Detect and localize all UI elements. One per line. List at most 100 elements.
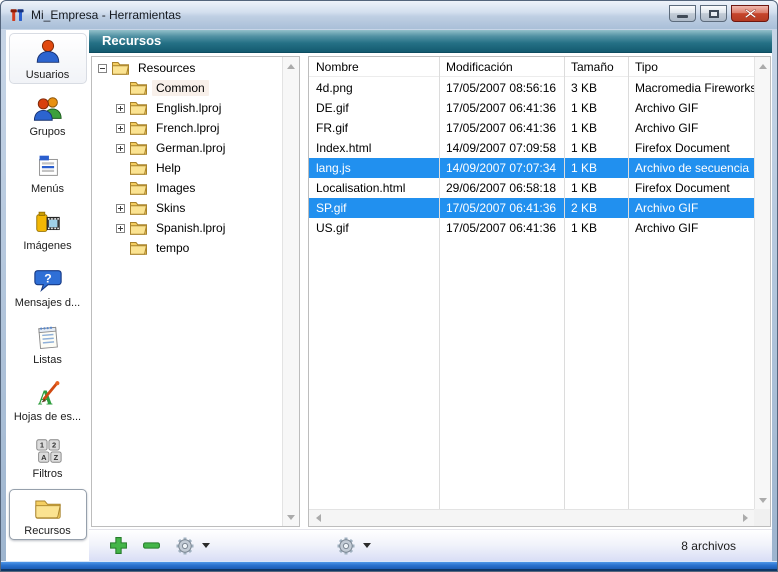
tree-expander-icon[interactable] bbox=[116, 124, 125, 133]
folder-icon bbox=[130, 81, 147, 95]
actions-dropdown-left[interactable] bbox=[175, 536, 210, 556]
gear-icon bbox=[175, 536, 195, 556]
sidebar-item-imagenes[interactable]: Imágenes bbox=[9, 204, 87, 255]
sidebar-item-menus[interactable]: Menús bbox=[9, 147, 87, 198]
sidebar-item-filtros[interactable]: 1 2 A Z Filtros bbox=[9, 432, 87, 483]
maximize-button[interactable] bbox=[700, 5, 727, 22]
column-divider bbox=[564, 57, 565, 509]
cell-modificacion: 17/05/2007 08:56:16 bbox=[439, 78, 564, 98]
sidebar-item-grupos[interactable]: Grupos bbox=[9, 90, 87, 141]
cell-nombre: US.gif bbox=[309, 218, 439, 238]
lists-icon bbox=[33, 322, 63, 352]
sidebar-item-listas[interactable]: Listas bbox=[9, 318, 87, 369]
folder-icon bbox=[112, 61, 129, 75]
list-vertical-scrollbar[interactable] bbox=[754, 57, 770, 509]
maximize-icon bbox=[709, 10, 719, 18]
scroll-left-icon[interactable] bbox=[310, 510, 326, 526]
sidebar: Usuarios Grupos Menús bbox=[6, 30, 89, 561]
cell-nombre: DE.gif bbox=[309, 98, 439, 118]
tree-item[interactable]: German.lproj bbox=[92, 138, 281, 158]
tree-item[interactable]: Skins bbox=[92, 198, 281, 218]
tree-expander-icon[interactable] bbox=[98, 64, 107, 73]
table-row[interactable]: SP.gif 17/05/2007 06:41:36 2 KB Archivo … bbox=[309, 198, 754, 218]
cell-modificacion: 14/09/2007 07:07:34 bbox=[439, 158, 564, 178]
column-header-tipo[interactable]: Tipo bbox=[628, 57, 754, 76]
scroll-up-icon[interactable] bbox=[755, 58, 770, 74]
cell-modificacion: 29/06/2007 06:58:18 bbox=[439, 178, 564, 198]
folder-icon bbox=[130, 121, 147, 135]
cell-tipo: Firefox Document bbox=[628, 138, 754, 158]
sidebar-item-mensajes[interactable]: ? Mensajes d... bbox=[9, 261, 87, 312]
tree-item[interactable]: Resources bbox=[92, 58, 281, 78]
scroll-up-icon[interactable] bbox=[283, 58, 299, 74]
tree-scrollbar[interactable] bbox=[282, 57, 299, 526]
table-row[interactable]: Localisation.html 29/06/2007 06:58:18 1 … bbox=[309, 178, 754, 198]
messages-icon: ? bbox=[33, 265, 63, 295]
minimize-button[interactable] bbox=[669, 5, 696, 22]
folder-icon bbox=[130, 161, 147, 175]
tree-item-label: Images bbox=[152, 180, 199, 196]
images-icon bbox=[33, 208, 63, 238]
main-area: Resources Common English.lproj French.lp… bbox=[89, 53, 772, 529]
cell-tamano: 1 KB bbox=[564, 218, 628, 238]
table-row[interactable]: lang.js 14/09/2007 07:07:34 1 KB Archivo… bbox=[309, 158, 754, 178]
actions-dropdown-right[interactable] bbox=[336, 536, 371, 556]
sidebar-item-usuarios[interactable]: Usuarios bbox=[9, 33, 87, 84]
scroll-down-icon[interactable] bbox=[755, 492, 770, 508]
sidebar-item-hojas[interactable]: A Hojas de es... bbox=[9, 375, 87, 426]
cell-modificacion: 17/05/2007 06:41:36 bbox=[439, 118, 564, 138]
svg-text:Z: Z bbox=[53, 452, 58, 461]
tree-item[interactable]: English.lproj bbox=[92, 98, 281, 118]
close-button[interactable] bbox=[731, 5, 769, 22]
column-header-modificacion[interactable]: Modificación bbox=[439, 57, 564, 76]
table-row[interactable]: FR.gif 17/05/2007 06:41:36 1 KB Archivo … bbox=[309, 118, 754, 138]
close-icon bbox=[745, 9, 756, 18]
tree-expander-icon[interactable] bbox=[116, 104, 125, 113]
folder-icon bbox=[130, 101, 147, 115]
scroll-down-icon[interactable] bbox=[283, 509, 299, 525]
tree-expander-icon[interactable] bbox=[116, 144, 125, 153]
column-header-nombre[interactable]: Nombre bbox=[309, 57, 439, 76]
folder-icon bbox=[130, 241, 147, 255]
sidebar-item-recursos[interactable]: Recursos bbox=[9, 489, 87, 540]
sidebar-item-label: Mensajes d... bbox=[15, 297, 80, 309]
cell-tipo: Firefox Document bbox=[628, 178, 754, 198]
titlebar[interactable]: Mi_Empresa - Herramientas bbox=[1, 1, 777, 29]
column-header-tamano[interactable]: Tamaño bbox=[564, 57, 628, 76]
tree-item[interactable]: Spanish.lproj bbox=[92, 218, 281, 238]
tree-expander-icon[interactable] bbox=[116, 224, 125, 233]
app-tools-icon bbox=[9, 7, 25, 23]
tree-item[interactable]: tempo bbox=[92, 238, 281, 258]
cell-nombre: SP.gif bbox=[309, 198, 439, 218]
tree-item[interactable]: Common bbox=[92, 78, 281, 98]
tree-item-label: German.lproj bbox=[152, 140, 229, 156]
add-button[interactable] bbox=[109, 536, 128, 555]
folder-icon bbox=[130, 201, 147, 215]
table-row[interactable]: DE.gif 17/05/2007 06:41:36 1 KB Archivo … bbox=[309, 98, 754, 118]
tree-item-label: English.lproj bbox=[152, 100, 225, 116]
bottom-toolbar: 8 archivos bbox=[89, 529, 772, 561]
table-row[interactable]: Index.html 14/09/2007 07:09:58 1 KB Fire… bbox=[309, 138, 754, 158]
folder-icon bbox=[33, 493, 63, 523]
tree-item[interactable]: Help bbox=[92, 158, 281, 178]
remove-button[interactable] bbox=[142, 536, 161, 555]
user-icon bbox=[33, 37, 63, 67]
dropdown-arrow-icon bbox=[202, 543, 210, 548]
cell-tamano: 1 KB bbox=[564, 138, 628, 158]
cell-modificacion: 17/05/2007 06:41:36 bbox=[439, 218, 564, 238]
window-controls bbox=[669, 5, 769, 22]
table-row[interactable]: US.gif 17/05/2007 06:41:36 1 KB Archivo … bbox=[309, 218, 754, 238]
cell-tamano: 1 KB bbox=[564, 178, 628, 198]
cell-tipo: Archivo GIF bbox=[628, 98, 754, 118]
tree-item[interactable]: Images bbox=[92, 178, 281, 198]
scroll-right-icon[interactable] bbox=[737, 510, 753, 526]
tree-item[interactable]: French.lproj bbox=[92, 118, 281, 138]
tree-item-label: Spanish.lproj bbox=[152, 220, 229, 236]
list-horizontal-scrollbar[interactable] bbox=[309, 509, 754, 526]
svg-text:1: 1 bbox=[39, 440, 43, 449]
cell-tamano: 3 KB bbox=[564, 78, 628, 98]
table-row[interactable]: 4d.png 17/05/2007 08:56:16 3 KB Macromed… bbox=[309, 78, 754, 98]
tree-expander-icon[interactable] bbox=[116, 204, 125, 213]
cell-nombre: 4d.png bbox=[309, 78, 439, 98]
sidebar-item-label: Listas bbox=[33, 354, 62, 366]
